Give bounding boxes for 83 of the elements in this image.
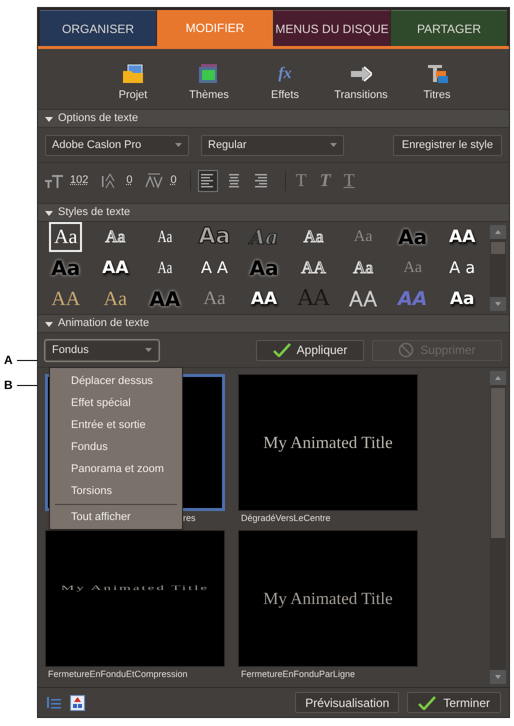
preset-caption: DégradéVersLeCentre [241, 512, 331, 525]
scroll-down-icon[interactable] [490, 670, 506, 684]
text-style-sample[interactable]: AA [344, 284, 382, 314]
menu-item[interactable]: Entrée et sortie [50, 414, 182, 436]
scroll-bar[interactable] [490, 371, 506, 684]
category-menu[interactable]: Déplacer dessus Effet spécial Entrée et sortie Fondus Panorama et zoom Torsions Tout afficher [49, 367, 183, 530]
section-header[interactable]: Styles de texte [38, 203, 509, 222]
shapes-icon[interactable] [70, 694, 85, 710]
toolbar-button[interactable]: Thèmes [174, 55, 244, 103]
scroll-up-icon[interactable] [490, 225, 506, 239]
menu-item[interactable]: Torsions [50, 480, 182, 502]
toolbar-button[interactable]: Projet [98, 55, 168, 103]
preview-title-text: My Animated Title [263, 432, 393, 454]
text-style-sample[interactable]: A A [196, 252, 233, 283]
font-style-dropdown[interactable]: Regular [201, 134, 344, 156]
checkmark-icon [418, 696, 436, 710]
text-style-sample[interactable]: Aa [49, 222, 82, 252]
disclosure-triangle-icon[interactable] [45, 320, 53, 328]
value-field[interactable]: 102 [70, 172, 88, 189]
text-style-sample[interactable]: AA [246, 284, 282, 314]
preset-caption: FermetureEnFonduParLigne [241, 668, 356, 681]
menu-item[interactable]: Effet spécial [50, 392, 182, 414]
prohibited-icon [398, 342, 414, 358]
text-style-sample[interactable]: Aa [98, 284, 132, 314]
toolbar-button[interactable]: Titres [402, 55, 472, 103]
fx-icon: fx [278, 64, 292, 84]
text-style-sample[interactable]: AA [46, 284, 86, 314]
text-style-sample[interactable]: Aa [198, 284, 231, 314]
folder-icon [122, 62, 144, 84]
scroll-thumb[interactable] [491, 242, 505, 254]
text-style-sample[interactable]: A a [444, 252, 480, 283]
menu-item[interactable]: Fondus [50, 436, 182, 458]
preset-thumbnail[interactable]: My Animated Title [238, 530, 418, 667]
font-size-icon[interactable] [45, 172, 63, 188]
value-field[interactable]: 0 [170, 172, 177, 189]
scroll-thumb[interactable] [491, 388, 505, 538]
preset-caption: FermetureEnFonduEtCompression [48, 668, 188, 681]
text-style-sample[interactable]: Aa [154, 222, 176, 252]
caret-icon [145, 348, 152, 352]
preview-button[interactable]: Prévisualisation [295, 692, 400, 713]
caret-icon [330, 143, 337, 147]
toolbar-button[interactable]: fx Effets [250, 55, 320, 103]
titles-icon [426, 62, 448, 84]
menu-item[interactable]: Panorama et zoom [50, 458, 182, 480]
checkmark-icon [272, 343, 291, 357]
disclosure-triangle-icon[interactable] [45, 208, 53, 216]
done-button[interactable]: Terminer [407, 692, 501, 713]
menu-item[interactable]: Déplacer dessus [50, 370, 182, 392]
text-style-sample[interactable]: AA [296, 252, 331, 283]
scroll-bar[interactable] [490, 225, 506, 311]
film-icon [198, 62, 220, 84]
tab[interactable]: MENUS DU DISQUE [274, 10, 390, 46]
preset-caption: res [183, 512, 196, 525]
text-style-sample[interactable]: Aa [154, 252, 176, 283]
tab[interactable]: ORGANISER [40, 10, 156, 46]
preview-title-text: My Animated Title [263, 588, 393, 610]
tab[interactable]: PARTAGER [391, 10, 507, 46]
text-style-sample[interactable]: Aa [444, 284, 480, 314]
font-dropdown[interactable]: Adobe Caslon Pro [45, 134, 189, 156]
scroll-up-icon[interactable] [490, 371, 506, 385]
menu-item[interactable]: Tout afficher [50, 507, 182, 527]
save-style-button[interactable]: Enregistrer le style [392, 134, 502, 156]
list-icon[interactable] [46, 696, 62, 710]
section-header[interactable]: Options de texte [38, 109, 509, 128]
text-style-sample[interactable]: Aa [348, 252, 378, 283]
toolbar-button[interactable]: Transitions [326, 55, 396, 103]
text-style-sample[interactable]: Aa [194, 222, 236, 252]
callout-label: B [4, 377, 13, 394]
scroll-down-icon[interactable] [490, 297, 506, 311]
disclosure-triangle-icon[interactable] [45, 114, 53, 122]
kerning-icon[interactable] [145, 172, 164, 188]
category-dropdown[interactable]: Fondus [45, 340, 159, 360]
preset-thumbnail[interactable]: My Animated Title [238, 374, 418, 511]
section-header[interactable]: Animation de texte [38, 314, 509, 333]
text-style-sample[interactable]: AA [444, 222, 480, 252]
align-left-icon[interactable] [198, 170, 218, 192]
text-style-sample[interactable]: AA [97, 252, 134, 283]
text-style-sample[interactable]: Aa [100, 222, 130, 252]
apply-button[interactable]: Appliquer [256, 340, 364, 360]
caret-icon [175, 143, 182, 147]
callout-label: A [4, 352, 13, 369]
text-style-sample[interactable]: Aa [298, 222, 328, 252]
value-field[interactable]: 0 [126, 172, 132, 189]
